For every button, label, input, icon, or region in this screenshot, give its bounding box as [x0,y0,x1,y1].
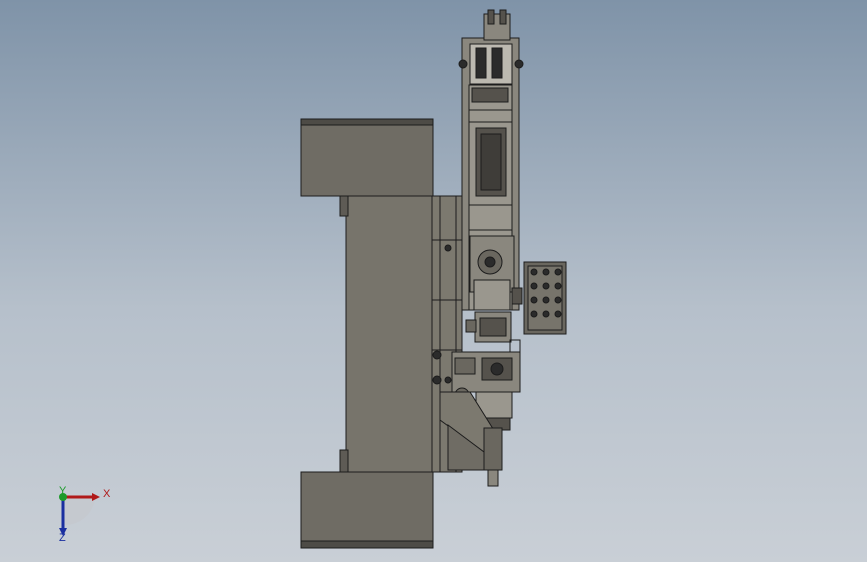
machine-assembly[interactable] [300,9,567,549]
tool-tip [483,427,503,487]
upper-base-block [300,118,434,197]
y-axis-label: Y [59,485,67,497]
cad-viewport[interactable]: X Y Z [0,0,867,562]
coordinate-triad: X Y Z [59,485,111,544]
x-axis-label: X [103,488,111,500]
main-column [339,195,433,473]
x-axis-arrowhead [92,493,100,501]
rotary-head [469,235,523,311]
cylinder-unit [465,311,521,359]
z-axis-label: Z [59,532,66,544]
lower-base-block [300,471,434,549]
triad-plane-shading [63,497,95,526]
control-panel [523,261,567,335]
